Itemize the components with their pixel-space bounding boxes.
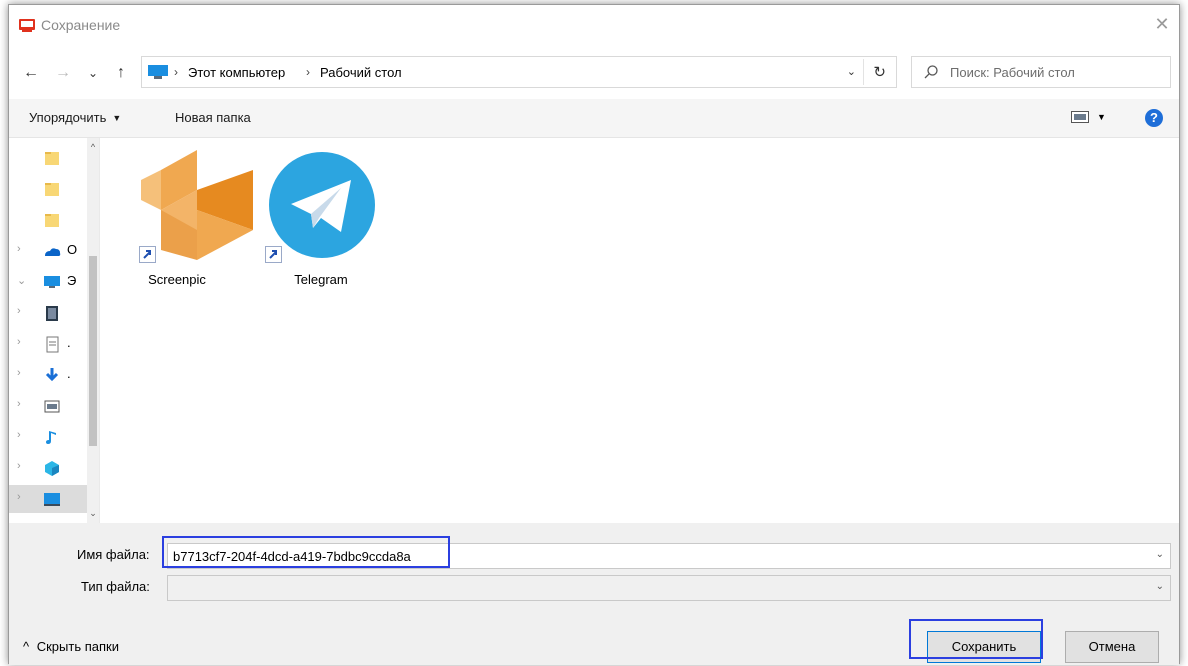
app-icon — [19, 19, 35, 32]
screenpic-icon — [141, 150, 253, 260]
filename-dropdown-icon[interactable]: ⌄ — [1156, 549, 1164, 560]
browser-area: › O ⌄ Э › ›. ›. › › › › ^ ⌄ Screenpic Te… — [9, 137, 1179, 524]
nav-pane-item-label: Э — [67, 273, 77, 288]
save-form: Имя файла: b7713cf7-204f-4dcd-a419-7bdbc… — [9, 523, 1179, 665]
new-folder-button[interactable]: Новая папка — [175, 110, 251, 125]
file-list: Screenpic Telegram — [101, 138, 1179, 524]
title-bar: Сохранение ✕ — [9, 5, 1179, 45]
filename-label: Имя файла: — [77, 547, 150, 562]
caret-down-icon: ▼ — [112, 113, 122, 123]
view-options-caret[interactable]: ▼ — [1097, 112, 1106, 122]
close-button[interactable]: ✕ — [1151, 13, 1173, 35]
expand-chevron-icon[interactable]: › — [17, 336, 21, 348]
save-button[interactable]: Сохранить — [927, 631, 1041, 663]
nav-pane-item[interactable]: ›. — [9, 330, 87, 358]
video-icon — [46, 306, 58, 321]
folder-icon — [45, 183, 59, 196]
shortcut-arrow-icon — [265, 246, 282, 263]
hide-folders-button[interactable]: ^ Скрыть папки — [23, 639, 119, 654]
file-name: Telegram — [294, 272, 348, 287]
download-icon — [45, 368, 59, 382]
nav-pane-item-label: O — [67, 242, 78, 257]
organize-button[interactable]: Упорядочить ▼ — [29, 110, 121, 125]
nav-pane-item[interactable]: › O — [9, 237, 87, 265]
3d-objects-icon — [45, 461, 59, 476]
nav-pane-item[interactable]: › — [9, 485, 87, 513]
nav-pane-scrollbar[interactable]: ^ ⌄ — [87, 138, 99, 524]
expand-chevron-icon[interactable]: › — [17, 305, 21, 317]
onedrive-icon — [45, 248, 61, 256]
file-item-telegram[interactable]: Telegram — [261, 148, 381, 298]
window-title: Сохранение — [41, 17, 121, 33]
nav-pane-item[interactable]: ›. — [9, 361, 87, 389]
search-icon — [924, 65, 938, 79]
computer-icon — [44, 276, 60, 288]
music-icon — [46, 431, 56, 444]
shortcut-arrow-icon — [139, 246, 156, 263]
address-bar[interactable]: › Этот компьютер › Рабочий стол ⌄ ↻ — [141, 56, 897, 88]
breadcrumb-desktop[interactable]: Рабочий стол — [320, 65, 402, 80]
document-icon — [46, 336, 59, 353]
expand-chevron-icon[interactable]: › — [17, 367, 21, 379]
save-dialog: Сохранение ✕ ← → ⌄ ↑ › Этот компьютер › … — [8, 4, 1180, 665]
refresh-button[interactable]: ↻ — [873, 63, 886, 81]
breadcrumb-separator: › — [174, 65, 178, 79]
picture-icon — [44, 400, 60, 413]
nav-pane-item[interactable]: › — [9, 299, 87, 327]
desktop-icon — [44, 493, 60, 506]
nav-pane-item[interactable]: › — [9, 423, 87, 451]
filetype-dropdown-icon[interactable]: ⌄ — [1156, 581, 1164, 592]
up-button[interactable]: ↑ — [111, 63, 131, 83]
file-name: Screenpic — [148, 272, 206, 287]
nav-pane-item[interactable]: ⌄ Э — [9, 268, 87, 296]
filename-input[interactable]: b7713cf7-204f-4dcd-a419-7bdbc9ccda8a ⌄ — [167, 543, 1171, 569]
search-box[interactable]: Поиск: Рабочий стол — [911, 56, 1171, 88]
forward-button[interactable]: → — [53, 63, 73, 83]
expand-chevron-icon[interactable]: ⌄ — [17, 274, 26, 287]
help-icon[interactable]: ? — [1145, 109, 1163, 127]
chevron-up-icon: ^ — [23, 639, 30, 654]
scroll-down-icon[interactable]: ⌄ — [87, 508, 99, 519]
divider — [863, 59, 864, 85]
expand-chevron-icon[interactable]: › — [17, 429, 21, 441]
navigation-pane: › O ⌄ Э › ›. ›. › › › › ^ ⌄ — [9, 138, 100, 524]
navigation-bar: ← → ⌄ ↑ › Этот компьютер › Рабочий стол … — [9, 45, 1179, 99]
search-placeholder: Поиск: Рабочий стол — [950, 65, 1075, 80]
telegram-icon — [269, 152, 375, 258]
address-dropdown-button[interactable]: ⌄ — [847, 65, 856, 78]
nav-pane-item[interactable]: › — [9, 392, 87, 420]
view-options-icon[interactable] — [1071, 111, 1089, 123]
nav-pane-item-label: . — [67, 366, 71, 381]
filetype-label: Тип файла: — [81, 579, 150, 594]
file-item-screenpic[interactable]: Screenpic — [117, 148, 253, 298]
folder-icon — [45, 152, 59, 165]
cancel-button[interactable]: Отмена — [1065, 631, 1159, 663]
nav-pane-item[interactable] — [9, 175, 87, 203]
expand-chevron-icon[interactable]: › — [17, 243, 21, 255]
filename-value: b7713cf7-204f-4dcd-a419-7bdbc9ccda8a — [173, 549, 411, 564]
folder-icon — [45, 214, 59, 227]
scroll-thumb[interactable] — [89, 256, 97, 446]
nav-pane-item[interactable] — [9, 144, 87, 172]
breadcrumb-separator: › — [306, 65, 310, 79]
organize-label: Упорядочить — [29, 110, 107, 125]
command-toolbar: Упорядочить ▼ Новая папка ▼ ? — [9, 99, 1179, 137]
back-button[interactable]: ← — [21, 63, 41, 83]
scroll-up-icon[interactable]: ^ — [87, 142, 99, 152]
breadcrumb-this-pc[interactable]: Этот компьютер — [188, 65, 285, 80]
computer-icon — [148, 65, 168, 79]
recent-locations-button[interactable]: ⌄ — [83, 63, 103, 83]
nav-pane-item[interactable] — [9, 206, 87, 234]
nav-pane-item-label: . — [67, 335, 71, 350]
nav-pane-item[interactable]: › — [9, 454, 87, 482]
expand-chevron-icon[interactable]: › — [17, 491, 21, 503]
expand-chevron-icon[interactable]: › — [17, 460, 21, 472]
filetype-select[interactable]: ⌄ — [167, 575, 1171, 601]
hide-folders-label: Скрыть папки — [36, 639, 119, 654]
expand-chevron-icon[interactable]: › — [17, 398, 21, 410]
